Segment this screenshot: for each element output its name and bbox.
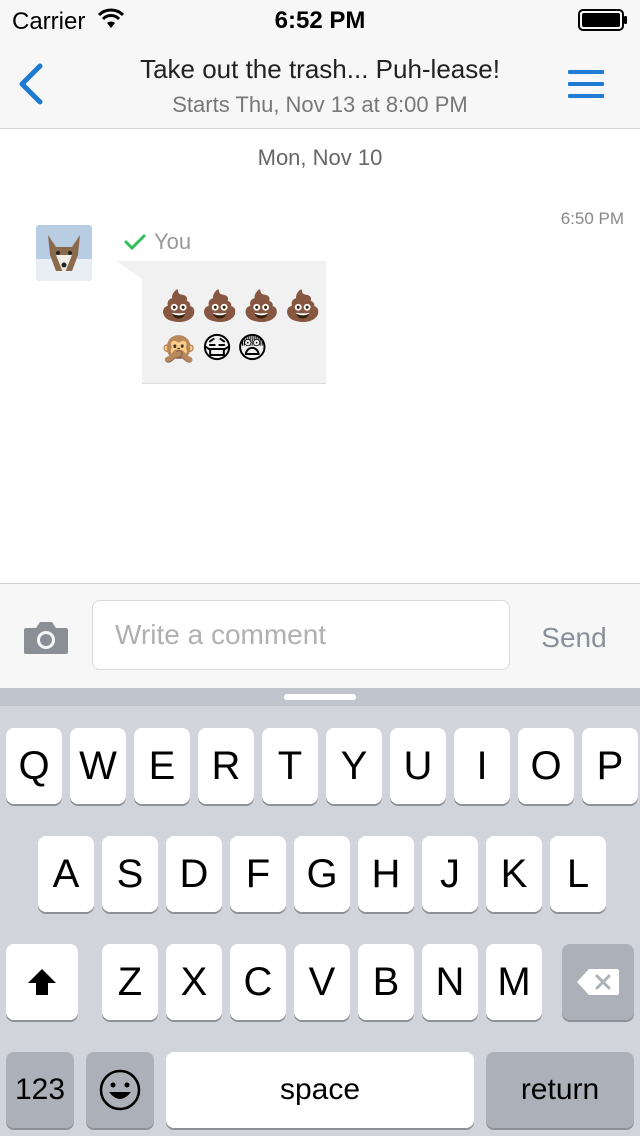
navigation-bar: Take out the trash... Puh-lease! Starts … [0, 40, 640, 129]
message-line: 💩💩💩💩 [160, 290, 326, 323]
battery-icon [578, 9, 628, 31]
message-line: 🙊😷😨 [160, 332, 272, 365]
comment-input[interactable] [92, 600, 510, 670]
key-k[interactable]: K [486, 836, 542, 912]
shift-key[interactable] [6, 944, 78, 1020]
event-title: Take out the trash... Puh-lease! [140, 54, 500, 84]
back-button[interactable] [10, 58, 54, 110]
key-x[interactable]: X [166, 944, 222, 1020]
date-header: Mon, Nov 10 [257, 145, 383, 170]
smiley-icon [99, 1069, 141, 1111]
clock: 6:52 PM [274, 7, 366, 34]
message-time: 6:50 PM [560, 209, 624, 228]
chevron-left-icon [19, 63, 43, 105]
key-j[interactable]: J [422, 836, 478, 912]
key-g[interactable]: G [294, 836, 350, 912]
shift-arrow-icon [28, 969, 56, 995]
camera-icon [24, 622, 68, 654]
message-sender: You [124, 229, 191, 255]
menu-button[interactable] [562, 66, 610, 106]
send-button[interactable]: Send [520, 618, 628, 658]
comment-bar: Send [0, 583, 640, 689]
key-a[interactable]: A [38, 836, 94, 912]
keyboard: Q W E R T Y U I O P A S D F G H J K L Z … [0, 688, 640, 1136]
bubble-tail [116, 261, 142, 279]
avatar[interactable] [36, 225, 92, 281]
message-bubble[interactable]: 💩💩💩💩 🙊😷😨 [142, 261, 326, 384]
key-o[interactable]: O [518, 728, 574, 804]
key-e[interactable]: E [134, 728, 190, 804]
delete-key[interactable] [562, 944, 634, 1020]
key-v[interactable]: V [294, 944, 350, 1020]
key-l[interactable]: L [550, 836, 606, 912]
emoji-key[interactable] [86, 1052, 154, 1128]
key-b[interactable]: B [358, 944, 414, 1020]
key-i[interactable]: I [454, 728, 510, 804]
return-key[interactable]: return [486, 1052, 634, 1128]
key-d[interactable]: D [166, 836, 222, 912]
key-w[interactable]: W [70, 728, 126, 804]
keyboard-handle[interactable] [284, 694, 356, 700]
key-n[interactable]: N [422, 944, 478, 1020]
status-bar: Carrier 6:52 PM [0, 0, 640, 40]
key-s[interactable]: S [102, 836, 158, 912]
key-u[interactable]: U [390, 728, 446, 804]
sender-name: You [154, 229, 192, 254]
key-h[interactable]: H [358, 836, 414, 912]
event-subtitle: Starts Thu, Nov 13 at 8:00 PM [172, 92, 468, 117]
key-f[interactable]: F [230, 836, 286, 912]
key-p[interactable]: P [582, 728, 638, 804]
numbers-key[interactable]: 123 [6, 1052, 74, 1128]
key-c[interactable]: C [230, 944, 286, 1020]
space-key[interactable]: space [166, 1052, 474, 1128]
key-q[interactable]: Q [6, 728, 62, 804]
hamburger-icon [568, 70, 604, 74]
key-m[interactable]: M [486, 944, 542, 1020]
key-z[interactable]: Z [102, 944, 158, 1020]
backspace-icon [577, 969, 619, 995]
camera-button[interactable] [22, 620, 70, 656]
key-y[interactable]: Y [326, 728, 382, 804]
check-icon [124, 234, 146, 251]
chat-thread[interactable]: Mon, Nov 10 6:50 PM You 💩💩💩💩 🙊😷😨 [0, 129, 640, 583]
key-t[interactable]: T [262, 728, 318, 804]
key-r[interactable]: R [198, 728, 254, 804]
